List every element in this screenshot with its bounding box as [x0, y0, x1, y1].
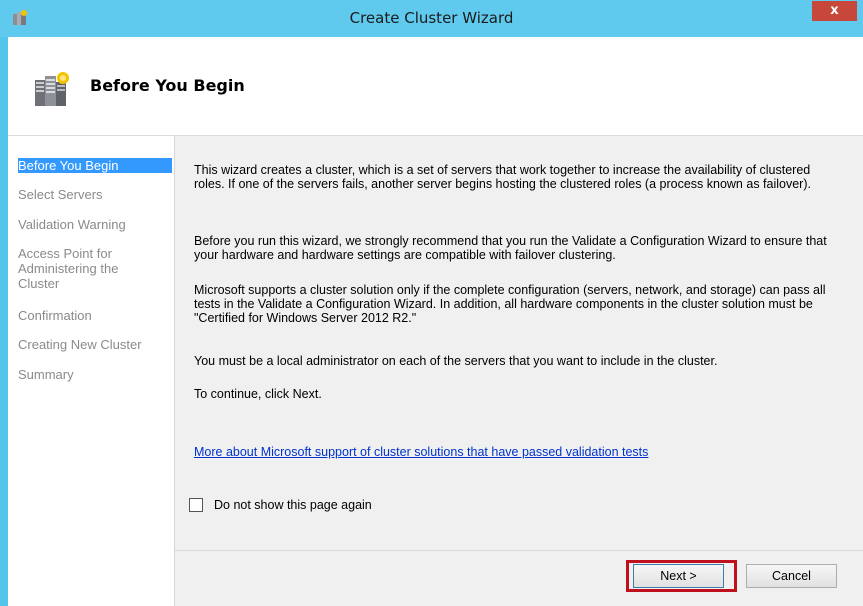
validation-paragraph: Before you run this wizard, we strongly … — [194, 234, 827, 262]
nav-step-validation-warning[interactable]: Validation Warning — [18, 217, 168, 232]
close-button[interactable]: x — [812, 1, 857, 21]
admin-paragraph: You must be a local administrator on eac… — [194, 354, 718, 368]
nav-step-before-you-begin[interactable]: Before You Begin — [18, 158, 172, 173]
close-icon: x — [830, 3, 839, 18]
wizard-window: Create Cluster Wizard x Before You Begin… — [0, 0, 863, 606]
nav-step-creating-new-cluster[interactable]: Creating New Cluster — [18, 337, 168, 352]
do-not-show-checkbox[interactable] — [189, 498, 203, 512]
nav-step-access-point[interactable]: Access Point for Administering the Clust… — [18, 246, 138, 291]
next-button[interactable]: Next > — [633, 564, 724, 588]
window-title: Create Cluster Wizard — [349, 9, 514, 27]
page-title: Before You Begin — [90, 76, 245, 95]
continue-paragraph: To continue, click Next. — [194, 387, 322, 401]
button-area-divider — [175, 550, 863, 551]
wizard-header: Before You Begin — [8, 37, 863, 135]
nav-step-summary[interactable]: Summary — [18, 367, 168, 382]
nav-step-select-servers[interactable]: Select Servers — [18, 187, 168, 202]
wizard-steps-nav: Before You Begin Select Servers Validati… — [8, 136, 174, 606]
cluster-servers-icon — [35, 72, 69, 106]
more-info-link[interactable]: More about Microsoft support of cluster … — [194, 445, 648, 459]
support-paragraph: Microsoft supports a cluster solution on… — [194, 283, 826, 325]
title-bar[interactable]: Create Cluster Wizard x — [0, 0, 863, 37]
intro-paragraph: This wizard creates a cluster, which is … — [194, 163, 811, 191]
cancel-button[interactable]: Cancel — [746, 564, 837, 588]
do-not-show-label: Do not show this page again — [214, 498, 372, 512]
nav-step-confirmation[interactable]: Confirmation — [18, 308, 168, 323]
wizard-content: This wizard creates a cluster, which is … — [174, 136, 863, 606]
